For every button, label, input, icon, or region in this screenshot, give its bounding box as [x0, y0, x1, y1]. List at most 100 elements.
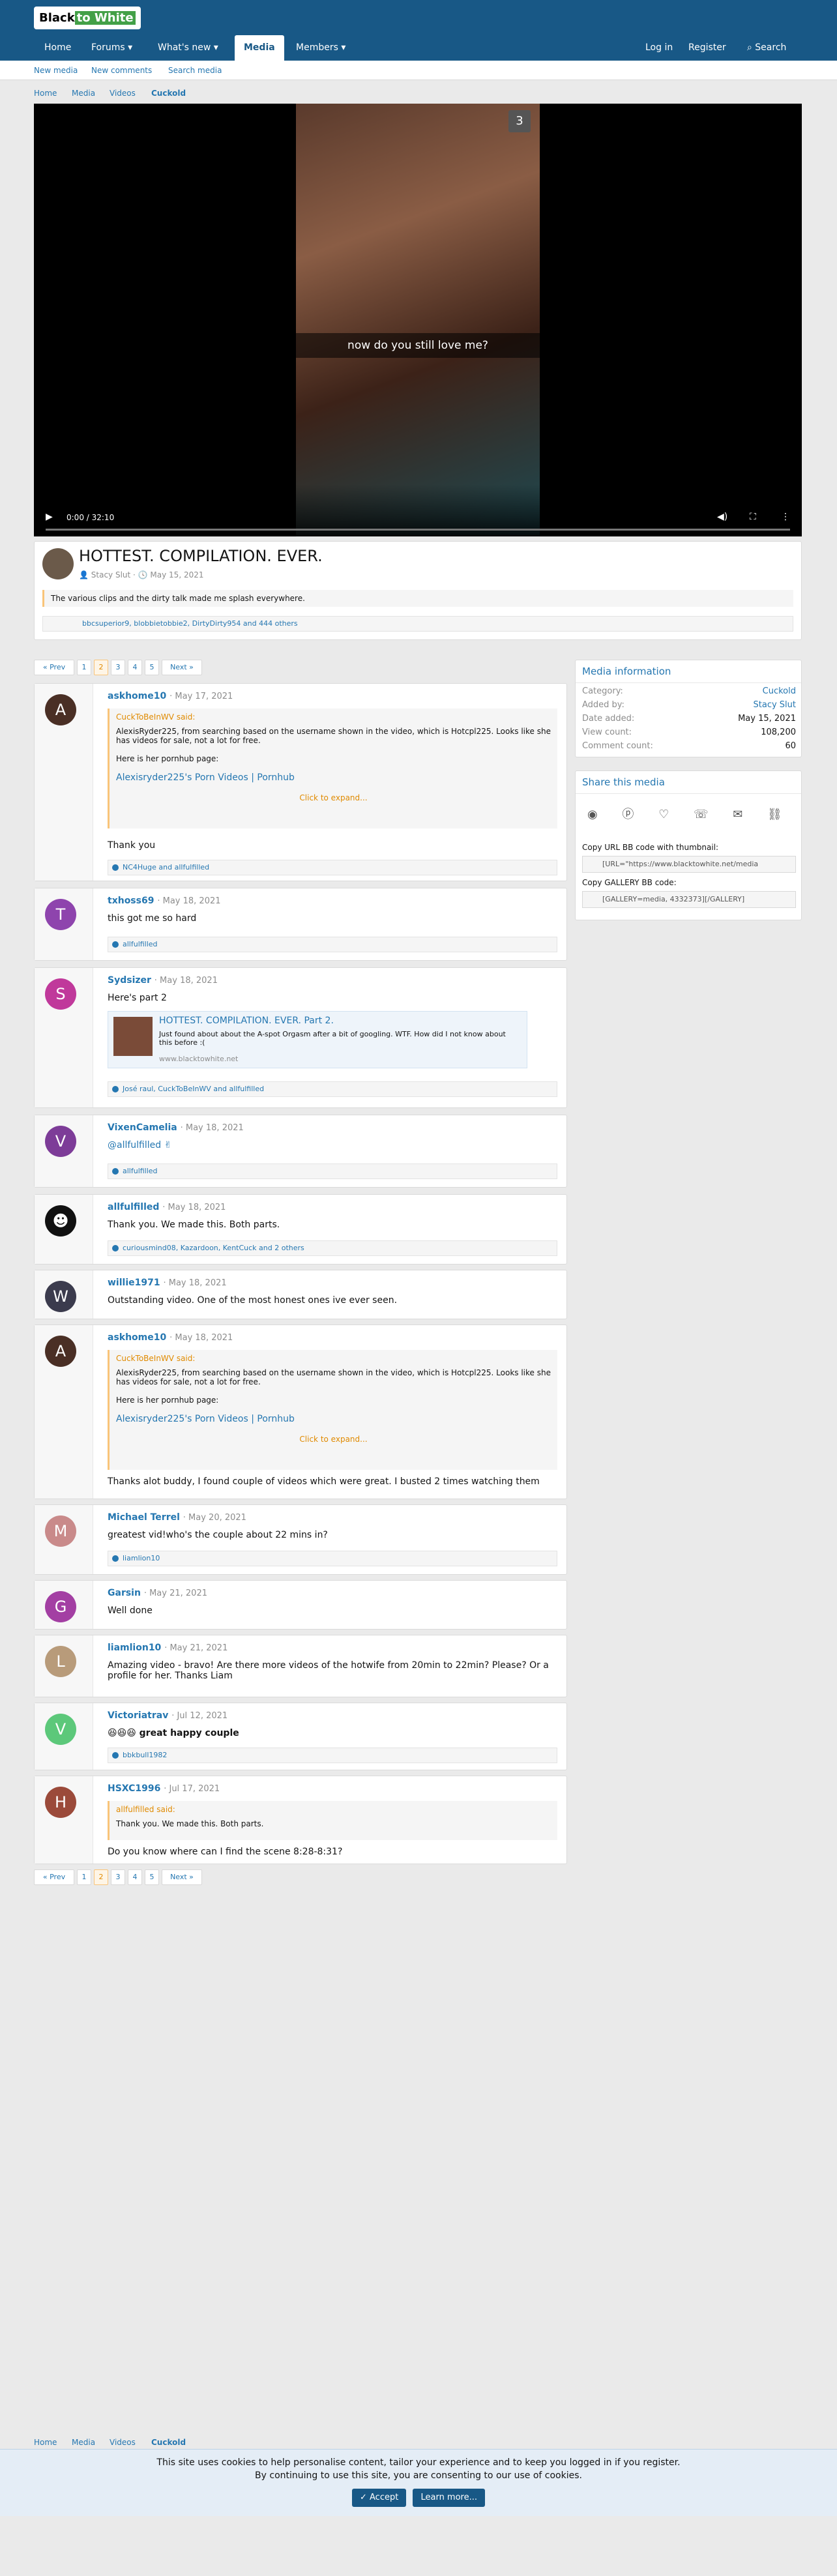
login-link[interactable]: Log in [645, 35, 673, 61]
search-button[interactable]: ⌕ Search [747, 35, 786, 61]
post-reactions[interactable]: NC4Huge and allfulfilled [108, 860, 557, 875]
avatar[interactable]: G [45, 1591, 76, 1622]
nav-forums[interactable]: Forums ▾ [91, 35, 132, 61]
avatar[interactable]: V [45, 1126, 76, 1157]
avatar[interactable]: S [45, 978, 76, 1010]
avatar[interactable]: W [45, 1281, 76, 1312]
comment-post: A askhome10 · May 17, 2021 CuckToBeInWV … [34, 683, 567, 881]
cookie-notice: This site uses cookies to help personali… [0, 2449, 837, 2516]
username: allfulfilled [108, 1202, 160, 1212]
prev-button[interactable]: « Prev [34, 660, 74, 675]
volume-icon[interactable]: ◀) [717, 512, 727, 522]
comment-post: M Michael Terrel · May 20, 2021 greatest… [34, 1504, 567, 1575]
post-reactions[interactable]: liamlion10 [108, 1551, 557, 1566]
avatar[interactable]: M [45, 1515, 76, 1547]
post-reactions[interactable]: allfulfilled [108, 1164, 557, 1179]
share-heading: Share this media [576, 771, 801, 794]
gallery-code-field[interactable]: [GALLERY=media, 4332373][/GALLERY] [582, 891, 796, 908]
page-1[interactable]: 1 [77, 1869, 91, 1885]
post-text: Outstanding video. One of the most hones… [108, 1295, 398, 1306]
breadcrumb-videos[interactable]: Videos [110, 2438, 136, 2447]
comment-post: H HSXC1996 · Jul 17, 2021 allfulfilled s… [34, 1776, 567, 1864]
page-2[interactable]: 2 [94, 660, 108, 675]
category-link[interactable]: Cuckold [763, 686, 796, 696]
page-2[interactable]: 2 [94, 1869, 108, 1885]
avatar[interactable]: T [45, 899, 76, 930]
avatar[interactable]: H [45, 1787, 76, 1818]
prev-button[interactable]: « Prev [34, 1869, 74, 1885]
expand-link[interactable]: Click to expand... [116, 793, 551, 802]
learn-more-button[interactable]: Learn more... [413, 2489, 486, 2507]
page-5[interactable]: 5 [145, 660, 159, 675]
breadcrumb-home[interactable]: Home [34, 2438, 57, 2447]
username: askhome10 [108, 1332, 167, 1343]
nav-media[interactable]: Media [235, 35, 284, 61]
post-text: Thanks alot buddy, I found couple of vid… [108, 1476, 540, 1487]
author-avatar[interactable] [42, 548, 74, 579]
expand-link[interactable]: Click to expand... [116, 1435, 551, 1444]
embed-title[interactable]: HOTTEST. COMPILATION. EVER. Part 2. [159, 1016, 334, 1026]
more-icon[interactable]: ⋮ [781, 512, 790, 522]
site-logo[interactable]: Black to White [34, 7, 141, 29]
page-4[interactable]: 4 [128, 1869, 142, 1885]
avatar[interactable]: A [45, 694, 76, 725]
avatar[interactable]: V [45, 1714, 76, 1745]
comment-post: A askhome10 · May 18, 2021 CuckToBeInWV … [34, 1325, 567, 1499]
breadcrumb-media[interactable]: Media [72, 89, 95, 98]
play-icon[interactable]: ▶ [46, 512, 53, 522]
search-media-link[interactable]: Search media [168, 66, 222, 75]
comment-post: W willie1971 · May 18, 2021 Outstanding … [34, 1270, 567, 1319]
post-reactions[interactable]: allfulfilled [108, 937, 557, 952]
page-4[interactable]: 4 [128, 660, 142, 675]
comment-post: ☻ allfulfilled · May 18, 2021 Thank you.… [34, 1194, 567, 1265]
username: Sydsizer [108, 975, 151, 986]
cookie-line-2: By continuing to use this site, you are … [255, 2470, 582, 2481]
breadcrumb-cuckold[interactable]: Cuckold [151, 2438, 186, 2447]
nav-members[interactable]: Members ▾ [296, 35, 345, 61]
breadcrumb-media[interactable]: Media [72, 2438, 95, 2447]
video-progress[interactable] [46, 529, 790, 531]
next-button[interactable]: Next » [162, 660, 202, 675]
new-media-link[interactable]: New media [34, 66, 78, 75]
avatar[interactable]: L [45, 1646, 76, 1677]
accept-button[interactable]: ✓ Accept [351, 2489, 407, 2507]
post-text: Thank you [108, 840, 156, 851]
avatar[interactable]: A [45, 1336, 76, 1367]
sub-nav: New media New comments Search media [0, 61, 837, 80]
video-time: 0:00 / 32:10 [66, 513, 115, 522]
avatar[interactable]: ☻ [45, 1205, 76, 1237]
register-link[interactable]: Register [688, 35, 726, 61]
page-1[interactable]: 1 [77, 660, 91, 675]
added-by-link[interactable]: Stacy Slut [754, 700, 797, 710]
page-3[interactable]: 3 [111, 660, 125, 675]
item-reactions[interactable]: bbcsuperior9, blobbietobbie2, DirtyDirty… [42, 616, 793, 632]
main-nav: Home Forums ▾ What's new ▾ Media Members… [0, 35, 837, 61]
nav-home[interactable]: Home [44, 35, 71, 61]
post-reactions[interactable]: bbkbull1982 [108, 1748, 557, 1763]
media-info-panel: Media information Category: Cuckold Added… [575, 660, 802, 757]
author-link[interactable]: Stacy Slut [91, 570, 130, 579]
page-5[interactable]: 5 [145, 1869, 159, 1885]
link-embed[interactable]: HOTTEST. COMPILATION. EVER. Part 2. Just… [108, 1011, 527, 1068]
item-meta: 👤 Stacy Slut · 🕓 May 15, 2021 [79, 570, 204, 579]
page-3[interactable]: 3 [111, 1869, 125, 1885]
nav-whats-new[interactable]: What's new ▾ [158, 35, 218, 61]
breadcrumb-home[interactable]: Home [34, 89, 57, 98]
pagination-bottom: « Prev 1 2 3 4 5 Next » [34, 1869, 203, 1885]
bb-code-field[interactable]: [URL="https://www.blacktowhite.net/media [582, 856, 796, 873]
video-player[interactable]: 3 now do you still love me? ▶ 0:00 / 32:… [34, 104, 802, 536]
breadcrumb-cuckold[interactable]: Cuckold [151, 89, 186, 98]
username: liamlion10 [108, 1643, 162, 1653]
username: askhome10 [108, 691, 167, 701]
new-comments-link[interactable]: New comments [91, 66, 152, 75]
video-caption: now do you still love me? [296, 333, 540, 358]
next-button[interactable]: Next » [162, 1869, 202, 1885]
share-icons[interactable]: ◉ ⓟ ♡ ☏ ✉ ⛓ [587, 805, 793, 822]
fullscreen-icon[interactable]: ⛶ [750, 512, 756, 522]
post-reactions[interactable]: curiousmind08, Kazardoon, KentCuck and 2… [108, 1240, 557, 1256]
breadcrumb-videos[interactable]: Videos [110, 89, 136, 98]
quote-block: CuckToBeInWV said: AlexisRyder225, from s… [108, 709, 557, 828]
media-item-header: HOTTEST. COMPILATION. EVER. 👤 Stacy Slut… [34, 541, 802, 640]
post-reactions[interactable]: José raul, CuckToBeInWV and allfulfilled [108, 1081, 557, 1097]
embed-site: www.blacktowhite.net [159, 1055, 239, 1063]
